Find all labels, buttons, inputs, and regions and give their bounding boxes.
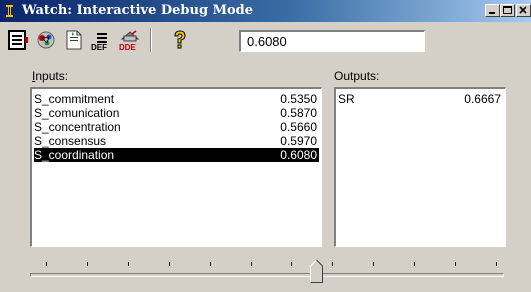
document-button[interactable] <box>62 28 86 52</box>
slider-tick <box>210 262 211 266</box>
input-name: S_comunication <box>34 106 120 120</box>
slider-tick <box>169 262 170 266</box>
app-icon <box>6 5 13 17</box>
input-name: S_commitment <box>34 92 115 106</box>
input-row[interactable]: S_coordination 0.6080 <box>34 148 319 162</box>
slider-thumb[interactable] <box>310 259 323 283</box>
inputs-label: Inputs: <box>32 69 68 83</box>
debug-window-icon <box>8 30 28 50</box>
close-icon <box>519 6 527 14</box>
help-icon <box>174 30 186 49</box>
input-value: 0.5870 <box>280 106 317 120</box>
minimize-button[interactable] <box>485 4 500 17</box>
slider-tick <box>414 262 415 266</box>
input-name: S_coordination <box>34 148 115 162</box>
outputs-list[interactable]: SR 0.6667 <box>334 87 506 247</box>
slider-tick <box>332 262 333 266</box>
connections-button[interactable] <box>34 28 58 52</box>
slider-tick <box>251 262 252 266</box>
debug-window-button[interactable] <box>6 28 30 52</box>
input-row[interactable]: S_commitment 0.5350 <box>34 92 319 106</box>
connections-icon <box>37 31 55 49</box>
toolbar: DEF DDE 0.6080 <box>0 22 531 62</box>
dde-label: DDE <box>119 43 136 52</box>
slider-tick <box>46 262 47 266</box>
window-title: Watch: Interactive Debug Mode <box>22 3 254 18</box>
input-value: 0.5970 <box>280 134 317 148</box>
output-name: SR <box>338 92 355 106</box>
toolbar-separator <box>150 28 152 52</box>
slider-tick <box>128 262 129 266</box>
output-value: 0.6667 <box>464 92 501 106</box>
input-name: S_consensus <box>34 134 107 148</box>
maximize-icon <box>503 6 512 14</box>
value-field[interactable]: 0.6080 <box>239 30 425 52</box>
input-name: S_concentration <box>34 120 121 134</box>
slider-tick <box>291 262 292 266</box>
watch-panel: Inputs: Outputs: S_commitment 0.5350 S_com… <box>0 62 531 292</box>
slider-tick <box>373 262 374 266</box>
inputs-label-text: nputs: <box>35 69 69 83</box>
def-button[interactable]: DEF <box>90 28 114 52</box>
title-bar[interactable]: Watch: Interactive Debug Mode <box>0 0 531 22</box>
input-value: 0.5350 <box>280 92 317 106</box>
input-value: 0.6080 <box>280 148 317 162</box>
help-button[interactable] <box>168 28 192 52</box>
slider-tick <box>87 262 88 266</box>
def-label: DEF <box>91 43 107 52</box>
minimize-icon <box>489 12 495 14</box>
input-row[interactable]: S_concentration 0.5660 <box>34 120 319 134</box>
outputs-label: Outputs: <box>334 69 380 83</box>
slider-tick <box>496 262 497 266</box>
output-row[interactable]: SR 0.6667 <box>338 92 503 106</box>
input-value: 0.5660 <box>280 120 317 134</box>
input-row[interactable]: S_consensus 0.5970 <box>34 134 319 148</box>
input-row[interactable]: S_comunication 0.5870 <box>34 106 319 120</box>
close-button[interactable] <box>516 4 531 17</box>
slider-track[interactable] <box>30 273 504 277</box>
dde-button[interactable]: DDE <box>118 28 142 52</box>
slider-tick <box>455 262 456 266</box>
inputs-list[interactable]: S_commitment 0.5350 S_comunication 0.5870 S_… <box>30 87 322 247</box>
document-icon <box>66 30 82 50</box>
maximize-button[interactable] <box>500 4 515 17</box>
